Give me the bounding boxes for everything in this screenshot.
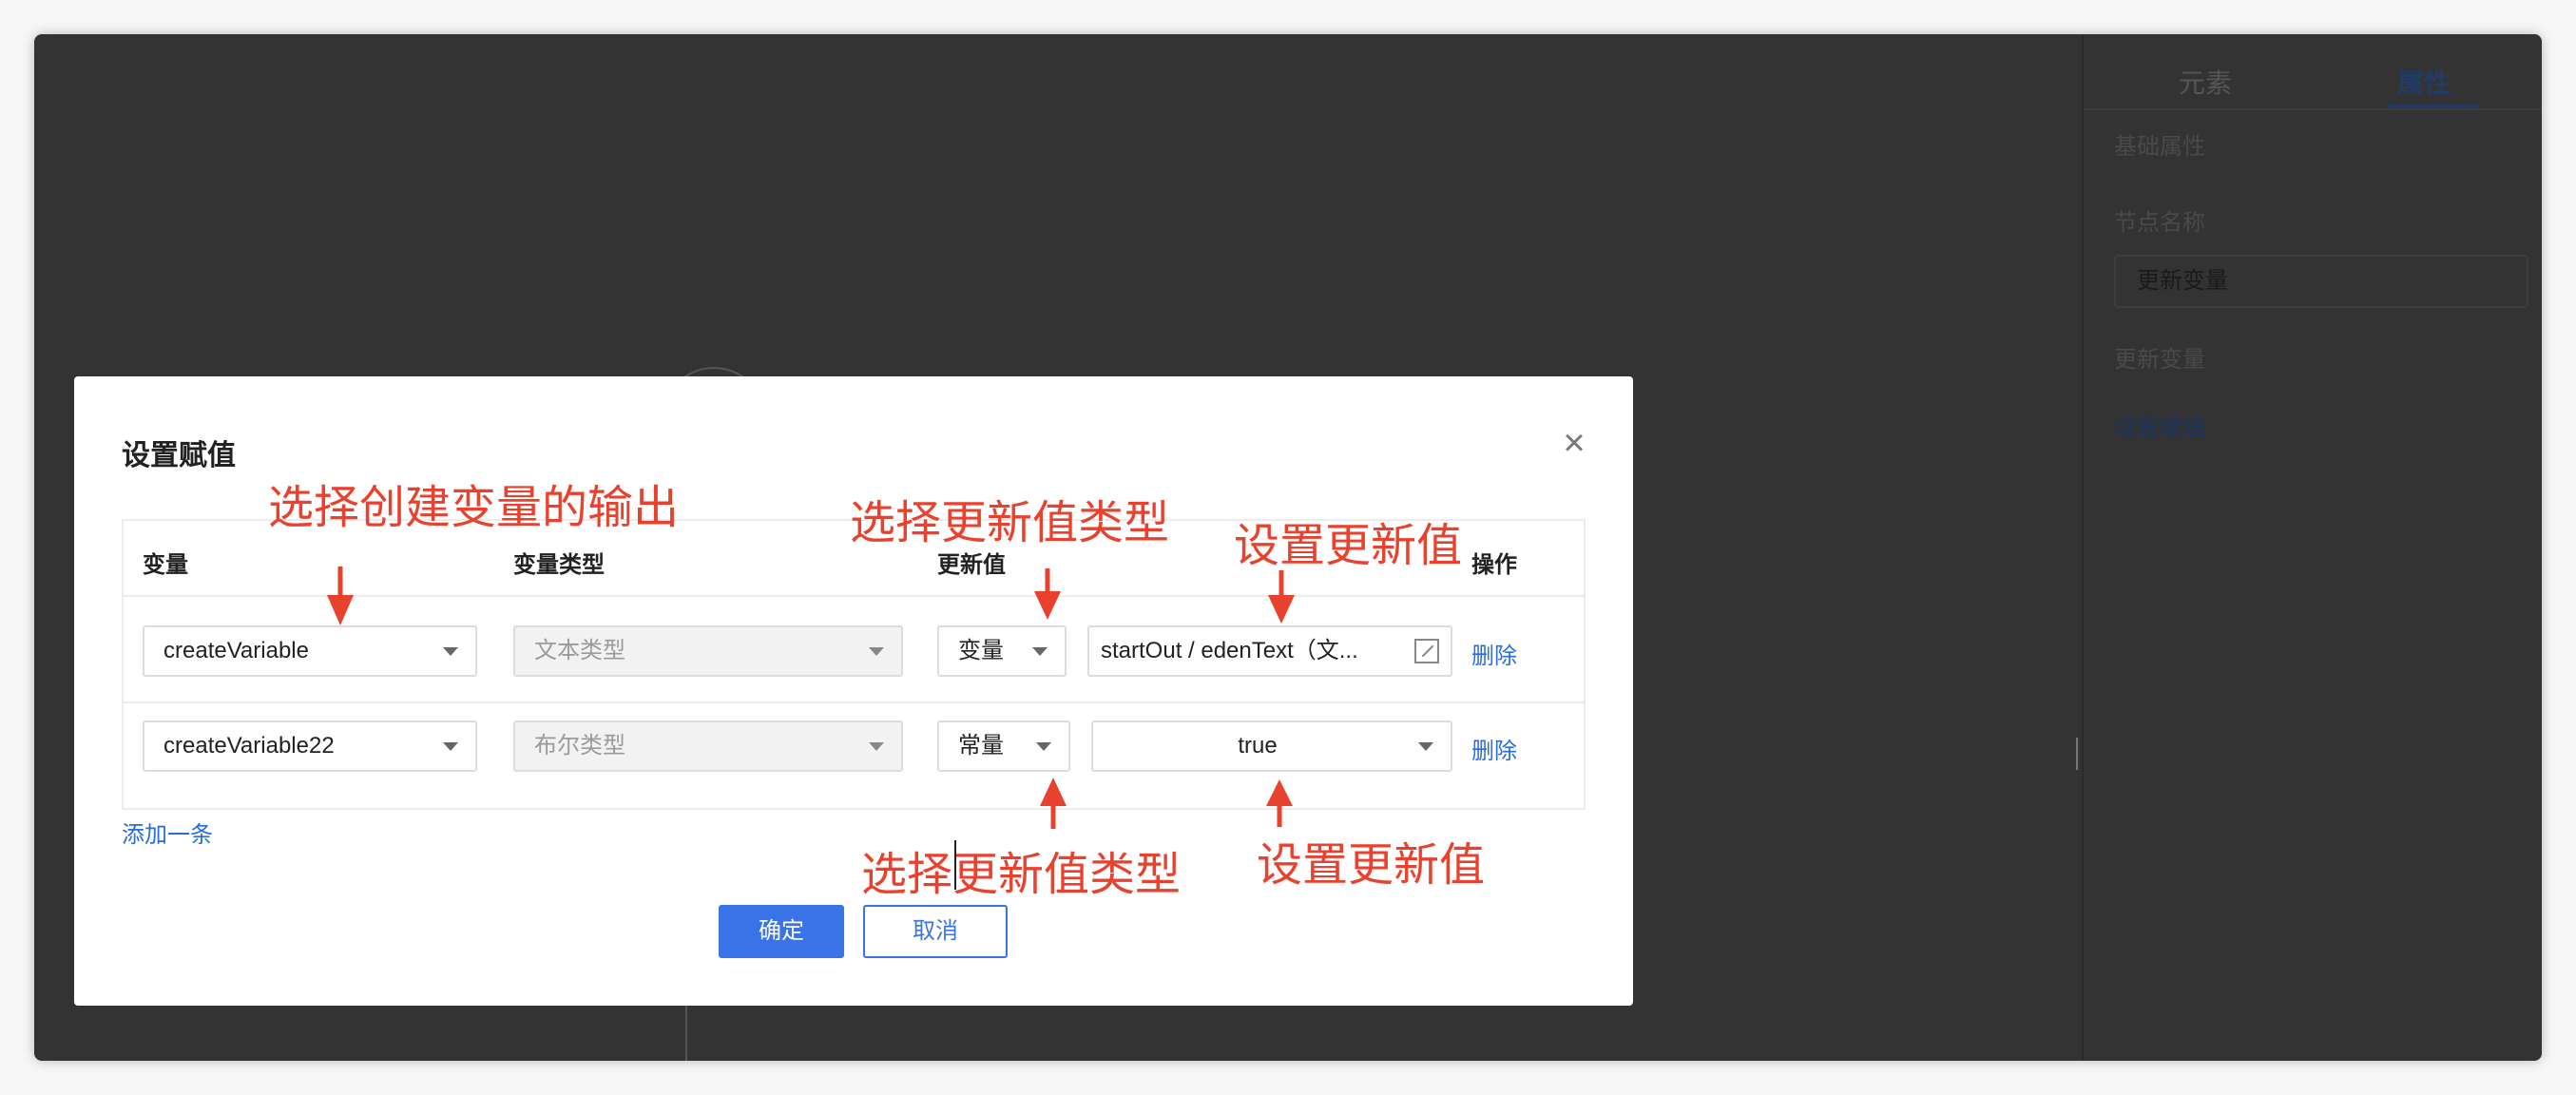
chevron-down-icon: [443, 647, 458, 656]
variable-select-value: createVariable: [163, 638, 309, 663]
variable-type-value: 文本类型: [534, 638, 625, 663]
arrow-down-icon: [327, 567, 354, 625]
annotation-set-value-top: 设置更新值: [1234, 519, 1463, 572]
table-row: createVariable22 布尔类型 常量 true 删除: [124, 705, 1584, 812]
tab-properties[interactable]: 属性: [2397, 63, 2451, 101]
expand-icon[interactable]: [1414, 639, 1439, 663]
chevron-down-icon: [443, 742, 458, 751]
close-icon[interactable]: ×: [1557, 424, 1591, 462]
text-cursor: [954, 840, 956, 890]
section-title-basic: 基础属性: [2114, 134, 2205, 160]
chevron-down-icon: [1036, 742, 1051, 751]
column-header-variable: 变量: [143, 552, 188, 578]
arrow-up-icon: [1040, 778, 1067, 829]
arrow-up-icon: [1266, 779, 1293, 827]
variable-select[interactable]: createVariable22: [143, 720, 477, 772]
annotation-select-output: 选择创建变量的输出: [268, 481, 680, 534]
chevron-down-icon: [1032, 647, 1048, 656]
dialog-title: 设置赋值: [122, 440, 236, 471]
properties-panel: 元素 属性 基础属性 节点名称 更新变量 更新变量 设置赋值: [2082, 34, 2542, 1061]
annotation-select-value-type-bottom: 选择更新值类型: [861, 848, 1182, 901]
canvas-connector-line: [685, 1004, 687, 1061]
update-variable-label: 更新变量: [2114, 347, 2205, 373]
variable-select-value: createVariable22: [163, 733, 335, 759]
value-mode-select[interactable]: 变量: [937, 625, 1067, 677]
variable-type-value: 布尔类型: [534, 733, 625, 759]
tab-elements[interactable]: 元素: [2179, 63, 2232, 101]
cancel-button[interactable]: 取消: [863, 905, 1008, 958]
column-header-variable-type: 变量类型: [513, 552, 605, 578]
chevron-down-icon: [869, 647, 884, 656]
panel-tabs: 元素 属性: [2084, 34, 2542, 110]
chevron-down-icon: [1418, 742, 1433, 751]
confirm-button[interactable]: 确定: [719, 905, 844, 958]
annotation-set-value-bottom: 设置更新值: [1257, 838, 1486, 892]
update-value-field[interactable]: startOut / edenText（文...: [1087, 625, 1452, 677]
update-value-text: true: [1238, 733, 1278, 759]
chevron-down-icon: [869, 742, 884, 751]
update-value-select[interactable]: true: [1091, 720, 1452, 772]
delete-row-button[interactable]: 删除: [1471, 732, 1517, 765]
value-mode-value: 变量: [958, 638, 1004, 663]
node-name-input[interactable]: 更新变量: [2114, 255, 2528, 308]
variable-type-select: 文本类型: [513, 625, 903, 677]
arrow-down-icon: [1034, 568, 1061, 620]
update-value-text: startOut / edenText（文...: [1101, 638, 1358, 663]
value-mode-value: 常量: [958, 733, 1004, 759]
annotation-select-value-type-top: 选择更新值类型: [850, 496, 1170, 549]
active-tab-indicator: [2386, 105, 2477, 108]
variable-type-select: 布尔类型: [513, 720, 903, 772]
add-row-button[interactable]: 添加一条: [122, 816, 213, 849]
node-name-label: 节点名称: [2114, 210, 2205, 236]
variable-select[interactable]: createVariable: [143, 625, 477, 677]
value-mode-select[interactable]: 常量: [937, 720, 1070, 772]
delete-row-button[interactable]: 删除: [1471, 637, 1517, 670]
arrow-down-icon: [1268, 570, 1295, 624]
set-value-link[interactable]: 设置赋值: [2114, 409, 2205, 442]
column-header-action: 操作: [1471, 552, 1517, 578]
